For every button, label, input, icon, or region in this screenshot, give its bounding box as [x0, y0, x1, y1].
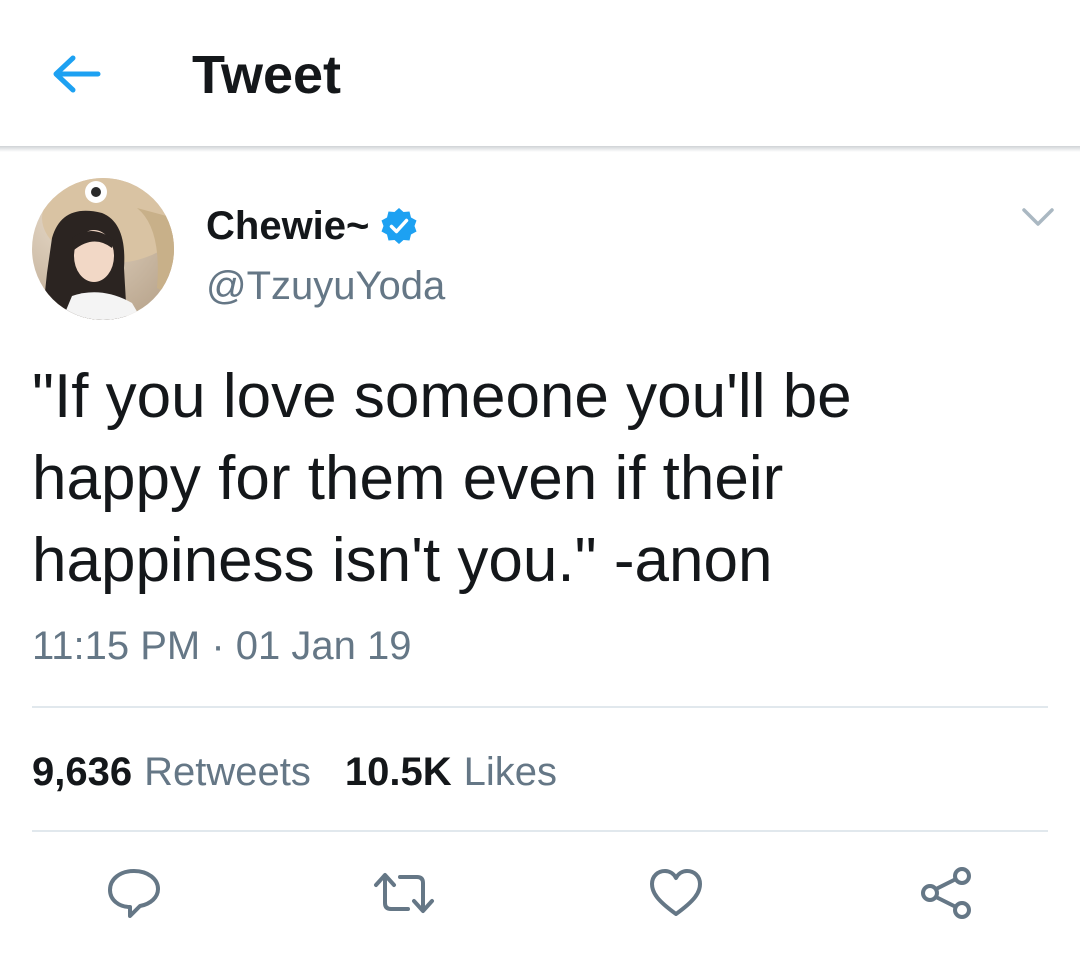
- reply-button[interactable]: [102, 862, 166, 924]
- retweet-icon: [374, 873, 434, 913]
- like-icon: [650, 869, 702, 916]
- retweets-stat[interactable]: 9,636 Retweets: [32, 748, 311, 796]
- share-button[interactable]: [914, 862, 978, 924]
- avatar-image: [32, 178, 174, 320]
- avatar[interactable]: [32, 178, 174, 320]
- likes-label: Likes: [463, 750, 557, 794]
- retweets-count: 9,636: [32, 750, 133, 794]
- share-icon: [921, 867, 971, 919]
- verified-badge-icon: [381, 208, 417, 244]
- like-button[interactable]: [644, 862, 708, 924]
- author-name-row[interactable]: Chewie~: [206, 200, 419, 252]
- chevron-down-icon[interactable]: [1018, 198, 1058, 234]
- divider: [32, 830, 1048, 832]
- display-name: Chewie~: [206, 204, 370, 248]
- divider: [32, 706, 1048, 708]
- app-bar-shadow: [0, 146, 1080, 152]
- app-bar: Tweet: [0, 0, 1080, 148]
- tweet-stats: 9,636 Retweets 10.5K Likes: [32, 744, 591, 800]
- back-button[interactable]: [40, 40, 112, 108]
- page-title: Tweet: [192, 45, 342, 105]
- likes-count: 10.5K: [344, 750, 452, 794]
- likes-stat[interactable]: 10.5K Likes: [345, 748, 557, 796]
- retweets-label: Retweets: [144, 750, 311, 794]
- retweet-button[interactable]: [372, 862, 436, 924]
- tweet-text: "If you love someone you'll be happy for…: [32, 362, 852, 595]
- timestamp: 11:15 PM · 01 Jan 19: [32, 624, 412, 668]
- reply-icon: [108, 869, 160, 918]
- handle[interactable]: @TzuyuYoda: [206, 262, 445, 310]
- arrow-left-icon: [53, 55, 101, 93]
